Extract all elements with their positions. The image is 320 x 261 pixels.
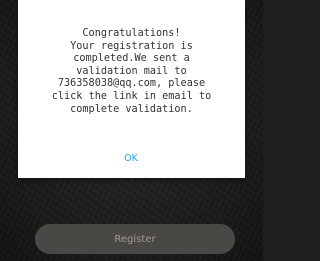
ok-button[interactable]: OK [113,148,149,168]
register-button[interactable]: Register [35,224,235,254]
registration-screen: Register Congratulations! Your registrat… [0,0,263,261]
registration-success-dialog: Congratulations! Your registration is co… [18,0,245,178]
dialog-message: Congratulations! Your registration is co… [51,28,212,115]
